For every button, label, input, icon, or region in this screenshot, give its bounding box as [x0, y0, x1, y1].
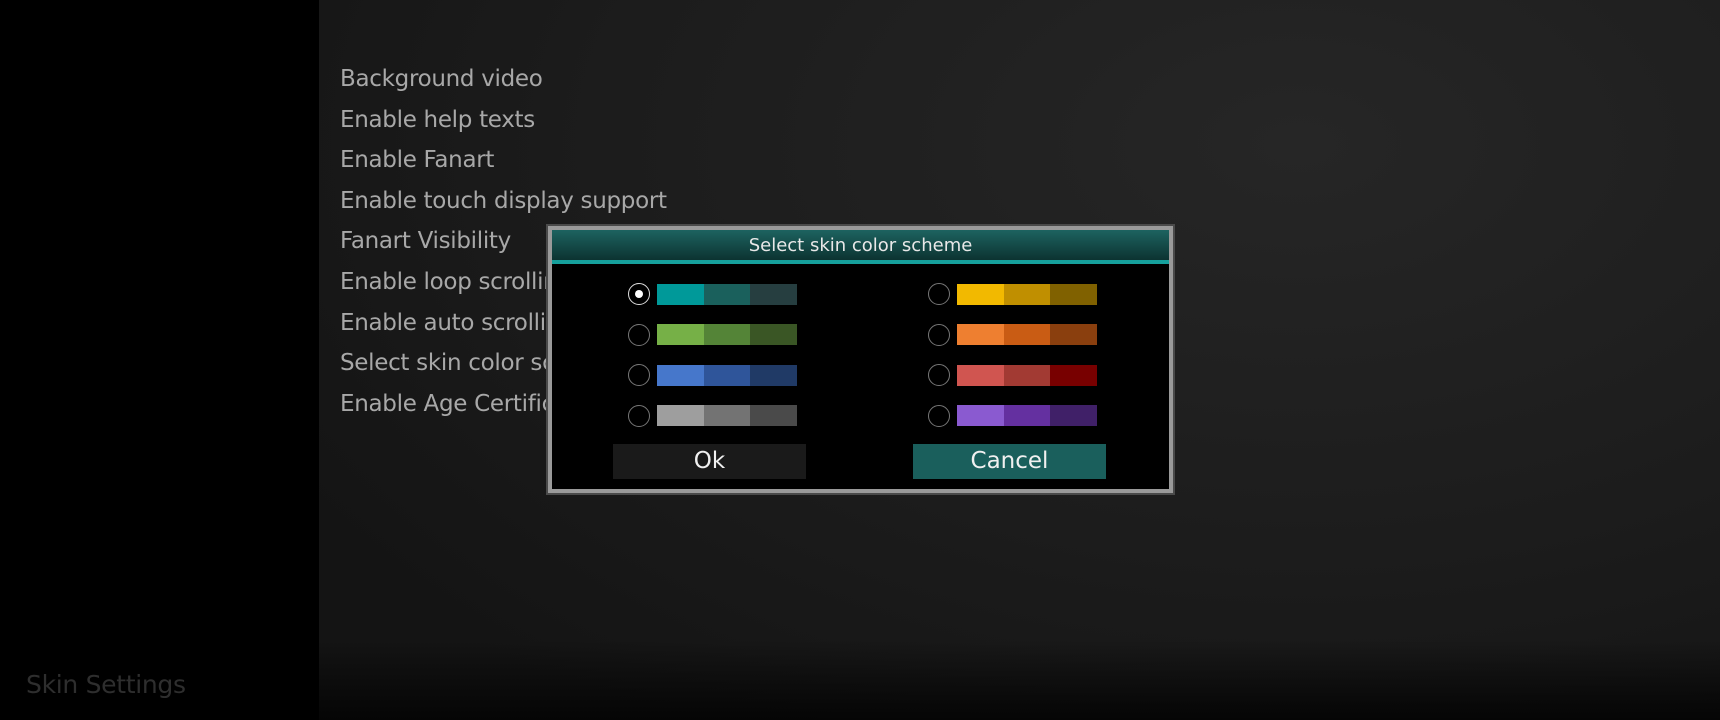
color-scheme-option[interactable]: [628, 364, 798, 387]
swatch-color-2: [1003, 324, 1051, 346]
swatch-color-1: [657, 283, 704, 305]
swatch-color-2: [1003, 405, 1051, 427]
color-swatch: [657, 405, 798, 427]
swatch-color-1: [957, 324, 1004, 346]
swatch-color-1: [957, 283, 1004, 305]
radio-unchecked-icon[interactable]: [928, 364, 950, 387]
color-scheme-option[interactable]: [628, 283, 798, 305]
swatch-color-1: [957, 405, 1004, 427]
color-swatch: [957, 364, 1098, 386]
setting-touch-display[interactable]: Enable touch display support: [340, 184, 667, 225]
swatch-color-2: [703, 364, 751, 386]
swatch-color-2: [703, 283, 751, 305]
radio-unchecked-icon[interactable]: [628, 404, 650, 427]
swatch-color-3: [1050, 364, 1098, 386]
swatch-color-2: [703, 324, 751, 346]
ok-button[interactable]: Ok: [613, 444, 806, 479]
swatch-color-1: [957, 364, 1004, 386]
swatch-color-2: [1003, 364, 1051, 386]
setting-background-video[interactable]: Background video: [340, 62, 667, 103]
cancel-button[interactable]: Cancel: [913, 444, 1106, 479]
radio-unchecked-icon[interactable]: [628, 323, 650, 346]
color-scheme-option[interactable]: [928, 364, 1098, 387]
setting-fanart[interactable]: Enable Fanart: [340, 143, 667, 184]
swatch-color-1: [657, 364, 704, 386]
swatch-color-2: [1003, 283, 1051, 305]
swatch-color-3: [1050, 405, 1098, 427]
color-scheme-option[interactable]: [628, 404, 798, 427]
swatch-color-3: [750, 324, 798, 346]
setting-help-texts[interactable]: Enable help texts: [340, 103, 667, 144]
swatch-color-1: [657, 324, 704, 346]
color-swatch: [657, 324, 798, 346]
color-swatch: [957, 324, 1098, 346]
color-scheme-option[interactable]: [628, 323, 798, 346]
color-scheme-option[interactable]: [928, 323, 1098, 346]
color-swatch: [657, 283, 798, 305]
color-scheme-option[interactable]: [928, 283, 1098, 305]
sidebar: Skin Settings: [0, 0, 319, 720]
swatch-color-3: [750, 405, 798, 427]
color-scheme-dialog: Select skin color scheme Ok Cancel: [548, 226, 1173, 493]
radio-unchecked-icon[interactable]: [928, 283, 950, 305]
dialog-title: Select skin color scheme: [552, 230, 1169, 264]
swatch-color-3: [750, 364, 798, 386]
swatch-color-3: [1050, 324, 1098, 346]
radio-unchecked-icon[interactable]: [928, 404, 950, 427]
page-title: Skin Settings: [26, 670, 186, 699]
swatch-color-3: [1050, 283, 1098, 305]
swatch-color-3: [750, 283, 798, 305]
color-swatch: [957, 405, 1098, 427]
swatch-color-1: [657, 405, 704, 427]
radio-checked-icon[interactable]: [628, 283, 650, 305]
color-scheme-option[interactable]: [928, 404, 1098, 427]
color-swatch: [957, 283, 1098, 305]
radio-unchecked-icon[interactable]: [628, 364, 650, 387]
color-swatch: [657, 364, 798, 386]
radio-unchecked-icon[interactable]: [928, 323, 950, 346]
swatch-color-2: [703, 405, 751, 427]
